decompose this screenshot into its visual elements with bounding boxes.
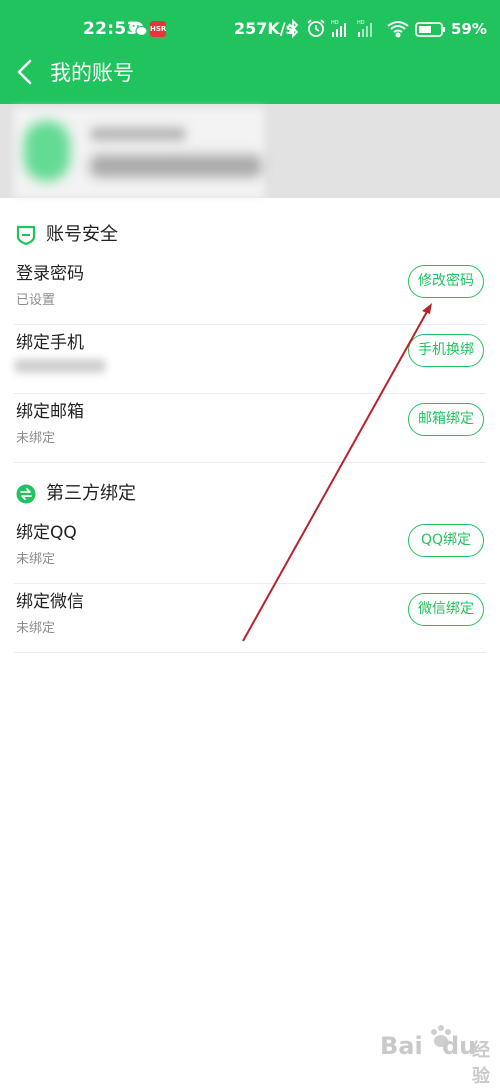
change-phone-button[interactable]: 手机换绑 <box>408 334 484 367</box>
list-item-bind-phone: 绑定手机 手机换绑 <box>14 325 486 394</box>
chevron-left-icon <box>17 59 32 85</box>
row-status: 未绑定 <box>16 552 56 567</box>
signal-icon: HD <box>331 20 346 37</box>
profile-name-blurred <box>90 127 186 141</box>
svg-text:HD: HD <box>357 20 365 26</box>
bind-qq-button[interactable]: QQ绑定 <box>408 524 484 557</box>
battery-percent: 59% <box>451 20 487 38</box>
profile-card[interactable] <box>0 104 500 198</box>
battery-icon <box>415 22 445 37</box>
profile-id-blurred <box>90 155 262 177</box>
section-title: 第三方绑定 <box>46 483 136 504</box>
app-badge-icon: HSR <box>150 21 166 37</box>
bind-email-button[interactable]: 邮箱绑定 <box>408 403 484 436</box>
watermark-text: Bai <box>380 1032 423 1060</box>
row-status: 未绑定 <box>16 621 56 636</box>
row-title: 绑定邮箱 <box>16 402 84 422</box>
status-icons: HD HD <box>288 18 445 39</box>
avatar[interactable] <box>24 121 70 181</box>
row-status: 已设置 <box>16 293 56 308</box>
divider <box>14 652 486 653</box>
status-bar: 22:53 HSR 257K/s HD HD 59% <box>0 0 500 58</box>
row-status: 未绑定 <box>16 431 56 446</box>
shield-icon <box>16 225 36 245</box>
row-title: 登录密码 <box>16 264 84 284</box>
list-item-login-password: 登录密码 已设置 修改密码 <box>14 256 486 325</box>
row-title: 绑定手机 <box>16 333 84 353</box>
list-item-bind-email: 绑定邮箱 未绑定 邮箱绑定 <box>14 394 486 463</box>
bluetooth-icon <box>288 18 299 39</box>
signal-icon: HD <box>357 20 372 37</box>
back-button[interactable] <box>14 58 44 90</box>
change-password-button[interactable]: 修改密码 <box>408 265 484 298</box>
bind-wechat-button[interactable]: 微信绑定 <box>408 593 484 626</box>
row-title: 绑定QQ <box>16 523 77 543</box>
phone-number-blurred <box>14 359 106 373</box>
row-title: 绑定微信 <box>16 592 84 612</box>
divider <box>14 462 486 463</box>
wechat-icon <box>128 20 148 42</box>
wifi-icon <box>387 21 409 38</box>
exchange-icon <box>16 484 36 504</box>
list-item-bind-qq: 绑定QQ 未绑定 QQ绑定 <box>14 515 486 584</box>
network-speed: 257K/s <box>234 19 296 38</box>
page-title: 我的账号 <box>50 61 134 85</box>
section-title: 账号安全 <box>46 224 118 245</box>
watermark-text: 经验 <box>472 1040 490 1087</box>
list-item-bind-wechat: 绑定微信 未绑定 微信绑定 <box>14 584 486 653</box>
alarm-icon <box>307 19 325 37</box>
svg-text:HD: HD <box>331 20 339 26</box>
app-header: 我的账号 <box>0 58 500 104</box>
